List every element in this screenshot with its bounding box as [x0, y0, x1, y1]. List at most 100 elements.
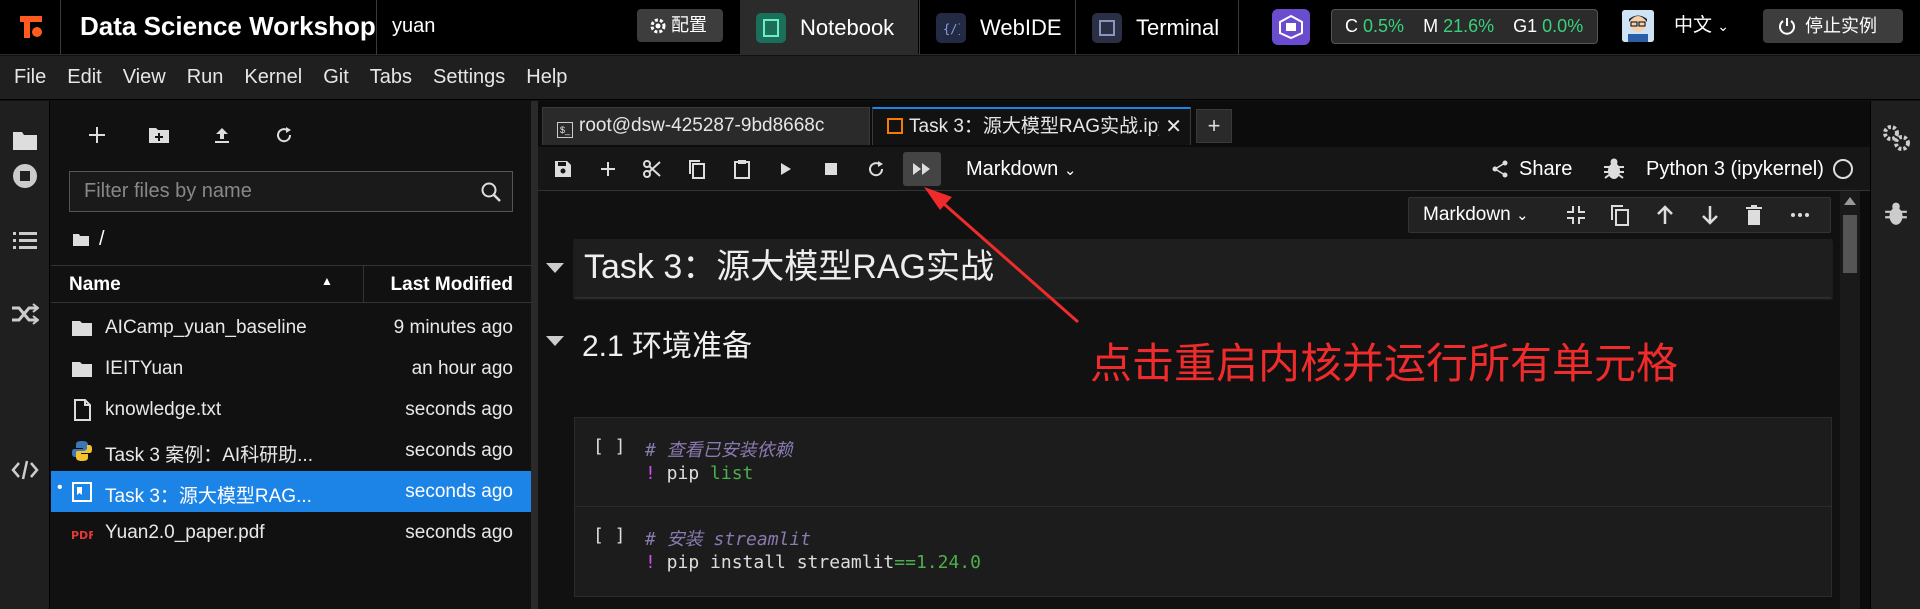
menu-file[interactable]: File: [14, 66, 46, 89]
scroll-up-arrow-icon[interactable]: [1844, 197, 1856, 205]
file-row-selected[interactable]: • Task 3：源大模型RAG... seconds ago: [51, 471, 531, 512]
list-icon: [13, 232, 37, 249]
file-modified: seconds ago: [405, 481, 513, 502]
file-modified: an hour ago: [411, 358, 513, 379]
nav-terminal[interactable]: Terminal: [1076, 0, 1236, 55]
copy-icon: [689, 160, 705, 179]
tab-terminal[interactable]: $_ root@dsw-425287-9bd8668c: [542, 107, 870, 145]
file-row[interactable]: knowledge.txt seconds ago: [51, 389, 531, 430]
kernel-status-icon: [1833, 159, 1853, 179]
git-tab[interactable]: [8, 297, 42, 331]
nav-webide[interactable]: {/} WebIDE: [920, 0, 1074, 55]
delete-icon[interactable]: [1745, 204, 1763, 226]
duplicate-icon[interactable]: [1610, 204, 1630, 226]
kernel-name[interactable]: Python 3 (ipykernel): [1646, 147, 1824, 191]
file-row[interactable]: PDF Yuan2.0_paper.pdf seconds ago: [51, 512, 531, 553]
avatar[interactable]: [1622, 10, 1654, 42]
save-button[interactable]: [546, 152, 580, 186]
file-row[interactable]: AICamp_yuan_baseline 9 minutes ago: [51, 307, 531, 348]
menu-run[interactable]: Run: [187, 66, 224, 89]
column-name-header[interactable]: Name: [69, 274, 121, 296]
debugger-icon[interactable]: [1884, 201, 1908, 227]
file-name: AICamp_yuan_baseline: [105, 317, 307, 338]
file-modified: seconds ago: [405, 399, 513, 420]
menu-help[interactable]: Help: [526, 66, 567, 89]
new-folder-button[interactable]: [141, 117, 177, 153]
upload-button[interactable]: [204, 117, 240, 153]
insert-cell-button[interactable]: [591, 152, 625, 186]
code-tab[interactable]: [8, 453, 42, 487]
nav-notebook[interactable]: Notebook: [740, 0, 918, 55]
column-modified-header[interactable]: Last Modified: [391, 274, 513, 296]
file-list-header: Name ▲ Last Modified: [51, 265, 531, 303]
top-scrollbar[interactable]: [1901, 58, 1919, 98]
collapse-arrow-icon[interactable]: [546, 263, 564, 273]
logo-icon[interactable]: [14, 10, 48, 44]
filter-files-input[interactable]: Filter files by name: [69, 171, 513, 212]
panel-splitter[interactable]: [531, 101, 538, 609]
stop-circle-icon: [13, 164, 37, 188]
notebook-toolbar: Markdown ⌄ Share Python 3 (ipykernel): [538, 147, 1870, 191]
file-row[interactable]: IEITYuan an hour ago: [51, 348, 531, 389]
chevron-down-icon: ⌄: [1063, 162, 1077, 179]
code-bang: !: [645, 552, 656, 573]
config-button[interactable]: 配置: [637, 9, 723, 42]
terminal-icon: [1092, 12, 1122, 43]
stop-icon: [825, 163, 837, 175]
notebook-tab-icon: [887, 118, 903, 134]
fast-forward-icon: [913, 163, 930, 175]
notebook-scrollbar[interactable]: [1840, 191, 1860, 609]
code-cell[interactable]: [ ] # 安装 streamlit ! pip install streaml…: [574, 506, 1832, 597]
more-icon[interactable]: [1790, 204, 1810, 226]
share-button[interactable]: Share: [1491, 147, 1572, 191]
stop-instance-button[interactable]: 停止实例: [1763, 9, 1903, 43]
menu-git[interactable]: Git: [323, 66, 349, 89]
restart-run-all-button[interactable]: [903, 152, 941, 186]
move-down-icon[interactable]: [1700, 204, 1720, 226]
annotation-text: 点击重启内核并运行所有单元格: [1090, 340, 1679, 387]
nav-webide-label: WebIDE: [980, 14, 1062, 40]
menu-view[interactable]: View: [123, 66, 166, 89]
menu-kernel[interactable]: Kernel: [244, 66, 302, 89]
folder-icon: [73, 234, 89, 246]
toc-tab[interactable]: [8, 223, 42, 257]
refresh-button[interactable]: [266, 117, 302, 153]
menu-edit[interactable]: Edit: [67, 66, 101, 89]
scroll-thumb[interactable]: [1843, 215, 1857, 273]
property-inspector-icon[interactable]: [1881, 123, 1911, 153]
run-cell-button[interactable]: [769, 152, 803, 186]
cut-button[interactable]: [635, 152, 669, 186]
new-tab-button[interactable]: +: [1196, 109, 1232, 143]
tab-notebook-active[interactable]: Task 3：源大模型RAG实战.ipynb ✕: [872, 107, 1191, 145]
cell-type-select[interactable]: Markdown ⌄: [966, 147, 1076, 191]
breadcrumb[interactable]: /: [73, 228, 105, 251]
file-row[interactable]: Task 3 案例：AI科研助... seconds ago: [51, 430, 531, 471]
markdown-cell-heading-1[interactable]: Task 3：源大模型RAG实战: [574, 239, 1832, 297]
menu-tabs[interactable]: Tabs: [370, 66, 412, 89]
restart-kernel-button[interactable]: [859, 152, 893, 186]
bug-icon[interactable]: [1603, 157, 1625, 181]
paste-button[interactable]: [725, 152, 759, 186]
plus-icon: +: [1207, 113, 1221, 138]
collapse-icon[interactable]: [1565, 204, 1587, 226]
terminal-tab-icon: $_: [557, 122, 573, 138]
running-tab[interactable]: [8, 159, 42, 193]
cell-type-select[interactable]: Markdown ⌄: [1423, 198, 1529, 232]
folder-icon: [72, 362, 92, 377]
gpu-label: G1: [1513, 16, 1538, 36]
notebook-icon: [756, 12, 786, 43]
language-select[interactable]: 中文 ⌄: [1674, 0, 1729, 55]
file-browser-tab[interactable]: [8, 123, 42, 157]
notebook-content: Markdown ⌄ Task 3：源大模型RAG实战 2.1 环境准备 [ ]…: [538, 191, 1840, 609]
code-cell[interactable]: [ ] # 查看已安装依赖 ! pip list: [574, 417, 1832, 508]
interrupt-button[interactable]: [814, 152, 848, 186]
share-icon: [1492, 160, 1508, 178]
copy-button[interactable]: [680, 152, 714, 186]
username: yuan: [392, 15, 436, 37]
ai-assistant-icon[interactable]: [1272, 9, 1310, 45]
move-up-icon[interactable]: [1655, 204, 1675, 226]
new-launcher-button[interactable]: [79, 117, 115, 153]
collapse-arrow-icon[interactable]: [546, 336, 564, 346]
menu-settings[interactable]: Settings: [433, 66, 505, 89]
close-icon[interactable]: ✕: [1165, 109, 1182, 145]
